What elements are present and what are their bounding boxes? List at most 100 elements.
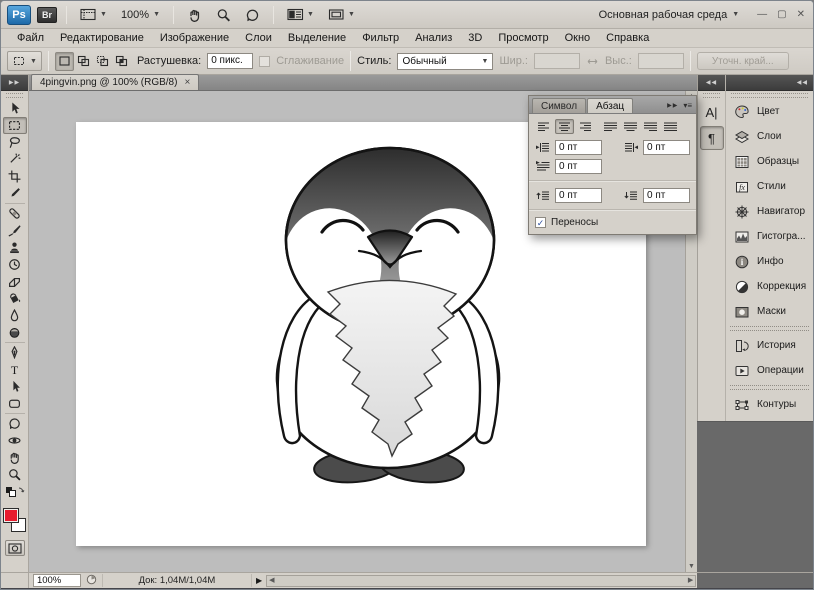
panel-button-masks[interactable]: Маски xyxy=(726,299,813,324)
panel-button-history[interactable]: История xyxy=(726,333,813,358)
path-selection-tool[interactable] xyxy=(3,378,27,395)
crop-tool[interactable] xyxy=(3,168,27,185)
menu-edit[interactable]: Редактирование xyxy=(52,30,152,46)
type-dock-collapse-header[interactable]: ◀◀ xyxy=(698,75,725,91)
new-selection-button[interactable] xyxy=(55,52,74,71)
panel-collapse-icon[interactable]: ▶▶ xyxy=(667,102,678,109)
panel-button-color[interactable]: Цвет xyxy=(726,99,813,124)
view-extras-button[interactable]: ▼ xyxy=(76,6,111,23)
panel-button-layers[interactable]: Слои xyxy=(726,124,813,149)
panel-button-histogram[interactable]: Гистогра... xyxy=(726,224,813,249)
panel-button-paths[interactable]: Контуры xyxy=(726,392,813,417)
refine-edge-button[interactable]: Уточн. край... xyxy=(697,52,789,70)
workspace-switcher[interactable]: Основная рабочая среда ▼ xyxy=(593,7,746,23)
align-left-button[interactable] xyxy=(535,119,554,134)
history-brush-tool[interactable] xyxy=(3,256,27,273)
panel-grip[interactable] xyxy=(703,93,720,98)
launch-bridge-button[interactable]: Br xyxy=(37,7,57,23)
blur-tool[interactable] xyxy=(3,307,27,324)
paint-bucket-tool[interactable] xyxy=(3,290,27,307)
align-right-button[interactable] xyxy=(575,119,594,134)
eyedropper-tool[interactable] xyxy=(3,185,27,202)
paragraph-panel-button[interactable]: ¶ xyxy=(700,126,724,150)
zoom-tool[interactable] xyxy=(3,466,27,483)
zoom-tool-button[interactable] xyxy=(212,6,235,24)
tab-close-icon[interactable]: × xyxy=(184,78,190,88)
hand-tool[interactable] xyxy=(3,449,27,466)
pen-tool[interactable] xyxy=(3,344,27,361)
tab-character[interactable]: Символ xyxy=(532,98,586,113)
scroll-down-icon[interactable]: ▼ xyxy=(688,563,695,570)
menu-filter[interactable]: Фильтр xyxy=(354,30,407,46)
minimize-button[interactable]: — xyxy=(757,9,767,20)
status-flyout-button[interactable]: ▶ xyxy=(256,576,262,585)
panel-menu-icon[interactable]: ▾≡ xyxy=(683,101,692,110)
zoom-level-select[interactable]: 100% ▼ xyxy=(117,7,164,23)
menu-3d[interactable]: 3D xyxy=(460,30,490,46)
feather-input[interactable]: 0 пикс. xyxy=(207,53,253,69)
quick-mask-button[interactable] xyxy=(5,540,25,556)
shape-tool[interactable] xyxy=(3,395,27,412)
character-panel-button[interactable]: A| xyxy=(700,100,724,124)
menu-view[interactable]: Просмотр xyxy=(490,30,556,46)
arrange-documents-button[interactable]: ▼ xyxy=(283,6,318,23)
maximize-button[interactable]: ▢ xyxy=(777,9,786,20)
default-colors-control[interactable] xyxy=(5,486,25,498)
justify-last-right-button[interactable] xyxy=(641,119,660,134)
justify-all-button[interactable] xyxy=(661,119,680,134)
align-center-button[interactable] xyxy=(555,119,574,134)
justify-last-center-button[interactable] xyxy=(621,119,640,134)
panels-dock-collapse-header[interactable]: ◀◀ xyxy=(726,75,813,91)
menu-layers[interactable]: Слои xyxy=(237,30,280,46)
scroll-left-icon[interactable]: ◀ xyxy=(269,577,274,584)
hand-tool-button[interactable] xyxy=(183,6,206,24)
menu-file[interactable]: Файл xyxy=(9,30,52,46)
panel-button-info[interactable]: i Инфо xyxy=(726,249,813,274)
healing-brush-tool[interactable] xyxy=(3,205,27,222)
clone-stamp-tool[interactable] xyxy=(3,239,27,256)
hyphenate-checkbox[interactable]: ✓ xyxy=(535,217,546,228)
panel-button-navigator[interactable]: Навигатор xyxy=(726,199,813,224)
menu-window[interactable]: Окно xyxy=(557,30,599,46)
3d-rotate-tool[interactable] xyxy=(3,415,27,432)
close-button[interactable]: ✕ xyxy=(797,9,805,20)
menu-analysis[interactable]: Анализ xyxy=(407,30,460,46)
brush-tool[interactable] xyxy=(3,222,27,239)
foreground-color-swatch[interactable] xyxy=(3,508,19,523)
style-select[interactable]: Обычный ▼ xyxy=(397,53,493,70)
panel-button-adjustments[interactable]: Коррекция xyxy=(726,274,813,299)
add-to-selection-button[interactable] xyxy=(74,52,93,71)
indent-left-input[interactable]: 0 пт xyxy=(555,140,602,155)
type-tool[interactable]: T xyxy=(3,361,27,378)
tools-panel-collapse-header[interactable]: ▶▶ xyxy=(1,75,28,91)
rotate-view-button[interactable] xyxy=(241,6,264,24)
panel-button-styles[interactable]: fx Стили xyxy=(726,174,813,199)
subtract-from-selection-button[interactable] xyxy=(93,52,112,71)
lasso-tool[interactable] xyxy=(3,134,27,151)
magic-wand-tool[interactable] xyxy=(3,151,27,168)
width-input[interactable] xyxy=(534,53,580,69)
menu-select[interactable]: Выделение xyxy=(280,30,354,46)
document-size-info[interactable]: Док: 1,04M/1,04M xyxy=(102,574,252,587)
space-after-input[interactable]: 0 пт xyxy=(643,188,690,203)
menu-image[interactable]: Изображение xyxy=(152,30,237,46)
menu-help[interactable]: Справка xyxy=(598,30,657,46)
tab-paragraph[interactable]: Абзац xyxy=(587,98,633,113)
horizontal-scrollbar[interactable]: ◀ ▶ xyxy=(266,575,696,587)
indent-right-input[interactable]: 0 пт xyxy=(643,140,690,155)
rectangular-marquee-tool[interactable] xyxy=(3,117,27,134)
panel-button-actions[interactable]: Операции xyxy=(726,358,813,383)
scroll-right-icon[interactable]: ▶ xyxy=(688,577,693,584)
burn-tool[interactable] xyxy=(3,324,27,341)
space-before-input[interactable]: 0 пт xyxy=(555,188,602,203)
panel-button-swatches[interactable]: Образцы xyxy=(726,149,813,174)
tool-preset-picker[interactable]: ▼ xyxy=(7,51,42,71)
panel-grip[interactable] xyxy=(6,93,23,98)
move-tool[interactable] xyxy=(3,100,27,117)
status-zoom-input[interactable]: 100% xyxy=(33,574,81,587)
panel-grip[interactable] xyxy=(731,93,808,98)
justify-last-left-button[interactable] xyxy=(601,119,620,134)
eraser-tool[interactable] xyxy=(3,273,27,290)
screen-mode-button[interactable]: ▼ xyxy=(324,6,359,23)
height-input[interactable] xyxy=(638,53,684,69)
